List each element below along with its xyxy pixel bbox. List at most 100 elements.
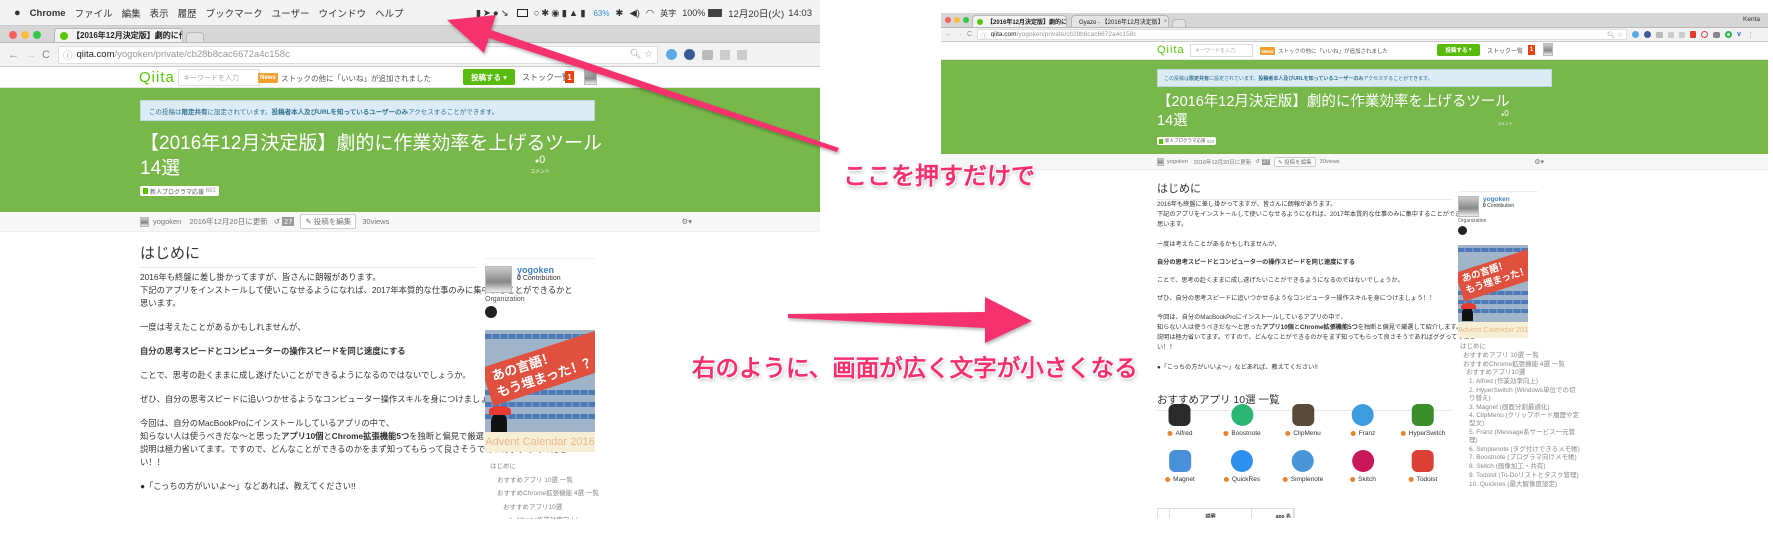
- input-mode[interactable]: 英字: [660, 8, 676, 19]
- menu-file[interactable]: ファイル: [75, 6, 113, 20]
- author-name[interactable]: yogoken: [153, 217, 181, 226]
- revision-count[interactable]: 27: [1261, 158, 1271, 165]
- app-label[interactable]: Simplenote: [1282, 476, 1323, 483]
- revision-count[interactable]: 27: [282, 217, 295, 226]
- author-name[interactable]: yogoken: [1167, 159, 1188, 165]
- new-tab-button[interactable]: [1172, 19, 1186, 27]
- sidebar-username[interactable]: yogoken: [517, 265, 595, 275]
- minimize-window-button[interactable]: [21, 31, 29, 39]
- tab-qiita-article[interactable]: 【2016年12月決定版】劇的に作 ×: [972, 15, 1067, 27]
- comment-count[interactable]: ●0 コメント: [1497, 110, 1513, 127]
- extension-icon-7[interactable]: [1701, 31, 1709, 38]
- app-label[interactable]: Skitch: [1350, 476, 1376, 483]
- bookmark-star-icon[interactable]: ☆: [1617, 31, 1623, 39]
- extension-icon-4[interactable]: [1668, 31, 1675, 38]
- extension-icon-8[interactable]: [1713, 31, 1721, 38]
- extension-icon-4[interactable]: [719, 49, 730, 60]
- toc-item[interactable]: 7. Boostnote (プログラマ向けメモ帳): [1460, 454, 1580, 462]
- url-input[interactable]: ⓘ qiita.com /yogoken/private/cb28b8cac66…: [977, 29, 1628, 40]
- battery-percent[interactable]: 100%: [682, 8, 705, 18]
- app-label[interactable]: Magnet: [1165, 476, 1195, 483]
- zoom-icon[interactable]: 🔍︎: [1607, 31, 1615, 39]
- app-label[interactable]: ClipMenu: [1285, 430, 1321, 437]
- extension-icon-1[interactable]: [1632, 31, 1640, 38]
- app-item-magnet[interactable]: Magnet: [1165, 450, 1195, 483]
- app-item-clipmenu[interactable]: ClipMenu: [1285, 404, 1321, 437]
- menu-edit[interactable]: 編集: [122, 6, 141, 20]
- menubar-date[interactable]: 12月20日(火): [728, 6, 784, 20]
- reload-icon[interactable]: C: [967, 31, 972, 38]
- app-item-quickres[interactable]: QuickRes: [1223, 450, 1260, 483]
- qiita-logo[interactable]: Qiita: [1157, 44, 1185, 56]
- extension-icon-10[interactable]: v: [1737, 31, 1741, 38]
- toc-item[interactable]: おすすめChrome拡張機能 4選 一覧: [1460, 361, 1580, 369]
- sidebar-avatar[interactable]: [1458, 196, 1479, 217]
- comment-count[interactable]: ●0 コメント: [530, 155, 550, 177]
- chrome-menu-icon[interactable]: ⋮: [1747, 31, 1754, 39]
- toc-item[interactable]: 10. Quickres (最大解像度設定): [1460, 481, 1580, 489]
- menu-window[interactable]: ウインドウ: [318, 6, 366, 20]
- post-button[interactable]: 投稿する ▾: [1437, 44, 1480, 56]
- app-label[interactable]: HyperSwitch: [1400, 430, 1445, 437]
- battery-icon[interactable]: [708, 9, 723, 17]
- toc-item[interactable]: おすすめChrome拡張機能 4選 一覧: [490, 487, 599, 501]
- app-item-skitch[interactable]: Skitch: [1350, 450, 1376, 483]
- stock-list-link[interactable]: ストック一覧: [522, 72, 570, 83]
- edit-post-button[interactable]: ✎ 投稿を編集: [300, 214, 357, 229]
- search-input[interactable]: キーワードを入力: [178, 69, 260, 86]
- maximize-window-button[interactable]: [33, 31, 41, 39]
- news-badge[interactable]: News: [258, 73, 278, 83]
- battery-ring[interactable]: 63%: [593, 9, 609, 18]
- settings-gear-icon[interactable]: ⚙▾: [682, 217, 693, 226]
- news-text[interactable]: ストックの他に「いいね」が追加されました: [1278, 47, 1388, 55]
- menu-user[interactable]: ユーザー: [272, 6, 310, 20]
- history-icon[interactable]: ↺: [1255, 159, 1260, 165]
- tag-newbie[interactable]: 新人プログラマ応援 683: [1157, 137, 1217, 145]
- advent-calendar-banner[interactable]: あの言語！ もう埋まった！？ Advent Calendar 2016: [485, 330, 595, 452]
- author-avatar[interactable]: [140, 216, 149, 227]
- edit-post-button[interactable]: ✎ 投稿を編集: [1274, 156, 1316, 167]
- minimize-window-button[interactable]: [954, 17, 960, 23]
- app-item-alfred[interactable]: Alfred: [1167, 404, 1192, 437]
- extension-icon-9[interactable]: [1725, 31, 1733, 38]
- status-icons[interactable]: ▮➤●↘: [476, 8, 511, 19]
- user-avatar[interactable]: [584, 69, 597, 85]
- toc-item[interactable]: 1. Alfred (作業効率向上): [490, 514, 599, 519]
- app-item-simplenote[interactable]: Simplenote: [1282, 450, 1323, 483]
- url-input[interactable]: ⓘ qiita.com /yogoken/private/cb28b8cac66…: [57, 45, 658, 64]
- app-item-franz[interactable]: Franz: [1350, 404, 1375, 437]
- advent-calendar-banner[interactable]: あの言語！ もう埋まった！？ Advent Calendar 2016: [1458, 245, 1528, 338]
- app-item-hyperswitch[interactable]: HyperSwitch: [1400, 404, 1445, 437]
- search-input[interactable]: キーワードを入力: [1190, 44, 1253, 57]
- toc-item[interactable]: 8. Skitch (画像加工・共有): [1460, 463, 1580, 471]
- close-window-button[interactable]: [9, 31, 17, 39]
- post-button[interactable]: 投稿する ▾: [463, 69, 515, 85]
- display-mirror-icon[interactable]: [516, 9, 528, 17]
- organization-icon[interactable]: [1458, 226, 1467, 235]
- toc-item[interactable]: おすすめアプリ10選: [1460, 369, 1580, 377]
- extension-icon-2[interactable]: [1644, 31, 1652, 38]
- bookmark-star-icon[interactable]: ☆: [644, 49, 653, 60]
- volume-icon[interactable]: ◀): [629, 8, 639, 19]
- menubar-time[interactable]: 14:03: [788, 8, 812, 19]
- qiita-logo[interactable]: Qiita: [139, 69, 175, 86]
- status-icons-2[interactable]: ○✱◉▮▲▮: [534, 8, 588, 19]
- menu-history[interactable]: 履歴: [178, 6, 197, 20]
- toc-item[interactable]: 9. Todoist (To-Doリストとタスク管理): [1460, 472, 1580, 480]
- profile-name[interactable]: Kenta: [1743, 16, 1760, 23]
- toc-item[interactable]: はじめに: [490, 460, 599, 474]
- reload-icon[interactable]: C: [42, 49, 50, 61]
- extension-icon-2[interactable]: [683, 49, 695, 60]
- extension-icon-6[interactable]: [1690, 31, 1697, 38]
- tag-newbie[interactable]: 新人プログラマ応援 683: [140, 186, 219, 196]
- news-badge[interactable]: News: [1260, 47, 1275, 55]
- toc-item[interactable]: 1. Alfred (作業効率向上): [1460, 378, 1580, 386]
- menu-app-name[interactable]: Chrome: [30, 8, 66, 19]
- app-item-boostnote[interactable]: Boostnote: [1223, 404, 1261, 437]
- maximize-window-button[interactable]: [963, 17, 969, 23]
- notification-badge[interactable]: 1: [1528, 45, 1535, 55]
- toc-item[interactable]: はじめに: [1460, 343, 1580, 351]
- settings-gear-icon[interactable]: ⚙▾: [1534, 158, 1544, 166]
- back-icon[interactable]: ←: [8, 49, 19, 61]
- toc-item[interactable]: おすすめアプリ 10選 一覧: [490, 474, 599, 488]
